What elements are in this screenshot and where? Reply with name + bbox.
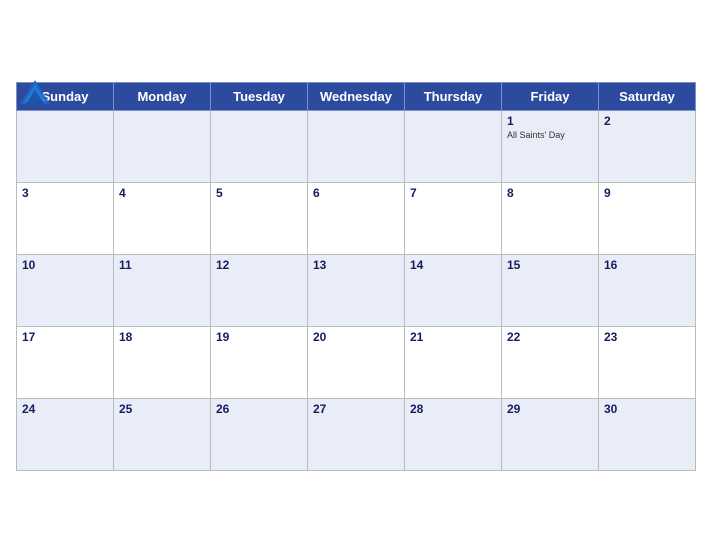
week-row-5: 24 25 26 27 28 29 30 bbox=[17, 398, 696, 470]
day-number: 20 bbox=[313, 330, 399, 344]
day-cell: 1 All Saints' Day bbox=[502, 110, 599, 182]
day-cell: 25 bbox=[114, 398, 211, 470]
day-cell: 17 bbox=[17, 326, 114, 398]
day-cell: 7 bbox=[405, 182, 502, 254]
day-number: 7 bbox=[410, 186, 496, 200]
day-cell bbox=[308, 110, 405, 182]
day-number: 16 bbox=[604, 258, 690, 272]
day-cell: 23 bbox=[599, 326, 696, 398]
day-cell: 14 bbox=[405, 254, 502, 326]
day-number: 28 bbox=[410, 402, 496, 416]
col-tuesday: Tuesday bbox=[211, 82, 308, 110]
col-thursday: Thursday bbox=[405, 82, 502, 110]
day-cell: 28 bbox=[405, 398, 502, 470]
day-cell bbox=[17, 110, 114, 182]
day-number: 3 bbox=[22, 186, 108, 200]
week-row-4: 17 18 19 20 21 22 23 bbox=[17, 326, 696, 398]
day-number: 25 bbox=[119, 402, 205, 416]
day-cell: 8 bbox=[502, 182, 599, 254]
day-number: 14 bbox=[410, 258, 496, 272]
day-cell bbox=[211, 110, 308, 182]
col-friday: Friday bbox=[502, 82, 599, 110]
day-number: 26 bbox=[216, 402, 302, 416]
week-row-2: 3456789 bbox=[17, 182, 696, 254]
header-row: Sunday Monday Tuesday Wednesday Thursday… bbox=[17, 82, 696, 110]
day-number: 4 bbox=[119, 186, 205, 200]
day-number: 9 bbox=[604, 186, 690, 200]
day-number: 30 bbox=[604, 402, 690, 416]
day-cell: 13 bbox=[308, 254, 405, 326]
day-cell: 26 bbox=[211, 398, 308, 470]
day-cell: 27 bbox=[308, 398, 405, 470]
day-number: 23 bbox=[604, 330, 690, 344]
day-number: 15 bbox=[507, 258, 593, 272]
day-number: 27 bbox=[313, 402, 399, 416]
day-cell: 29 bbox=[502, 398, 599, 470]
day-cell: 5 bbox=[211, 182, 308, 254]
day-cell: 22 bbox=[502, 326, 599, 398]
day-number: 19 bbox=[216, 330, 302, 344]
day-number: 11 bbox=[119, 258, 205, 272]
day-cell: 18 bbox=[114, 326, 211, 398]
col-wednesday: Wednesday bbox=[308, 82, 405, 110]
day-number: 1 bbox=[507, 114, 593, 128]
brand-logo bbox=[16, 76, 54, 110]
day-cell: 19 bbox=[211, 326, 308, 398]
calendar-wrapper: Sunday Monday Tuesday Wednesday Thursday… bbox=[0, 64, 712, 487]
day-number: 8 bbox=[507, 186, 593, 200]
calendar-body: 1All Saints' Day234567891011121314151617… bbox=[17, 110, 696, 470]
holiday-text: All Saints' Day bbox=[507, 130, 593, 141]
day-cell bbox=[114, 110, 211, 182]
day-cell: 24 bbox=[17, 398, 114, 470]
day-cell: 12 bbox=[211, 254, 308, 326]
day-cell: 16 bbox=[599, 254, 696, 326]
day-number: 21 bbox=[410, 330, 496, 344]
day-number: 22 bbox=[507, 330, 593, 344]
day-cell: 15 bbox=[502, 254, 599, 326]
day-cell: 6 bbox=[308, 182, 405, 254]
day-cell: 11 bbox=[114, 254, 211, 326]
day-number: 10 bbox=[22, 258, 108, 272]
day-cell: 9 bbox=[599, 182, 696, 254]
week-row-3: 10 11 12 13 14 15 16 bbox=[17, 254, 696, 326]
day-cell: 4 bbox=[114, 182, 211, 254]
day-number: 24 bbox=[22, 402, 108, 416]
day-cell: 20 bbox=[308, 326, 405, 398]
day-number: 18 bbox=[119, 330, 205, 344]
day-cell: 10 bbox=[17, 254, 114, 326]
day-number: 12 bbox=[216, 258, 302, 272]
day-cell: 21 bbox=[405, 326, 502, 398]
day-number: 2 bbox=[604, 114, 690, 128]
week-row-1: 1 All Saints' Day 2 bbox=[17, 110, 696, 182]
day-cell: 30 bbox=[599, 398, 696, 470]
calendar-table: Sunday Monday Tuesday Wednesday Thursday… bbox=[16, 82, 696, 471]
col-saturday: Saturday bbox=[599, 82, 696, 110]
day-cell bbox=[405, 110, 502, 182]
day-number: 29 bbox=[507, 402, 593, 416]
day-number: 13 bbox=[313, 258, 399, 272]
calendar-thead: Sunday Monday Tuesday Wednesday Thursday… bbox=[17, 82, 696, 110]
day-number: 5 bbox=[216, 186, 302, 200]
col-monday: Monday bbox=[114, 82, 211, 110]
brand-logo-svg bbox=[16, 76, 54, 110]
day-cell: 2 bbox=[599, 110, 696, 182]
day-number: 17 bbox=[22, 330, 108, 344]
day-cell: 3 bbox=[17, 182, 114, 254]
day-number: 6 bbox=[313, 186, 399, 200]
